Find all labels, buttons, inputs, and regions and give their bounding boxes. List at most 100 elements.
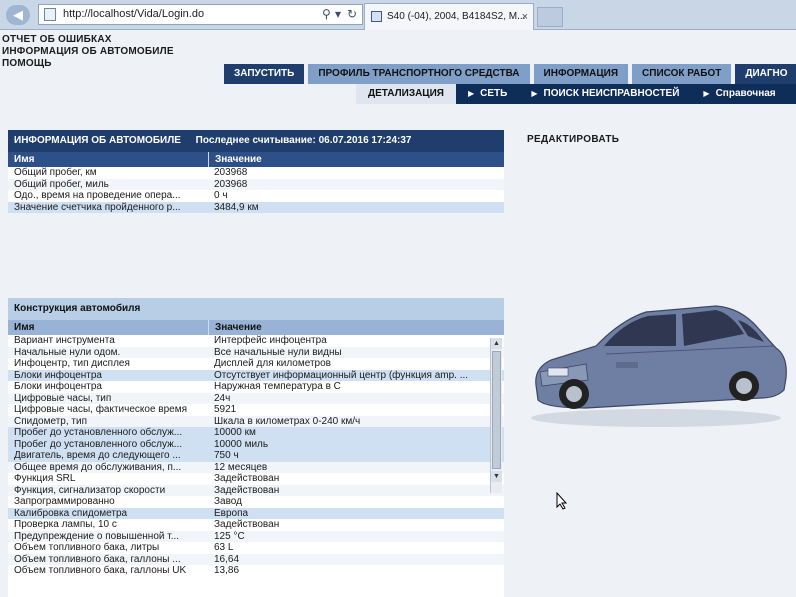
row-name: Цифровые часы, тип xyxy=(14,392,112,404)
row-value: Наружная температура в C xyxy=(214,381,341,392)
tab-diagnostics[interactable]: ДИАГНО xyxy=(735,64,796,84)
search-icon[interactable]: ⚲ xyxy=(322,5,331,24)
row-value: Все начальные нули видны xyxy=(214,346,342,358)
tab-work-list[interactable]: СПИСОК РАБОТ xyxy=(632,64,732,84)
row-name: Объем топливного бака, галлоны UK xyxy=(14,565,187,576)
row-value: Отсутствует информационный центр (функци… xyxy=(214,369,469,381)
row-value: Завод xyxy=(214,496,242,507)
table-row[interactable]: Цифровые часы, фактическое время 5921 xyxy=(8,404,504,416)
scroll-up-icon[interactable]: ▲ xyxy=(491,338,502,349)
table-row[interactable]: Одо., время на проведение опера... 0 ч xyxy=(8,190,504,202)
table-row[interactable]: Функция, сигнализатор скорости Задействов… xyxy=(8,484,504,496)
row-name: Объем топливного бака, галлоны ... xyxy=(14,553,181,565)
row-value: Задействован xyxy=(214,473,280,484)
row-value: Дисплей для километров xyxy=(214,358,331,369)
row-name: Запрограммированно xyxy=(14,496,115,507)
table-header: Имя Значение xyxy=(8,152,504,167)
address-bar[interactable]: http://localhost/Vida/Login.do ⚲ ▾ ↻ xyxy=(38,4,363,25)
arrow-right-icon: ▶ xyxy=(703,89,710,98)
row-value: Задействован xyxy=(214,484,280,496)
table-row[interactable]: Функция SRL Задействован xyxy=(8,473,504,485)
table-row-selected[interactable]: Значение счетчика пройденного р... 3484,9… xyxy=(8,201,504,213)
table-row[interactable]: Вариант инструмента Интерфейс инфоцентра xyxy=(8,335,504,347)
tab-details[interactable]: ДЕТАЛИЗАЦИЯ xyxy=(356,84,456,104)
tab-vehicle-profile[interactable]: ПРОФИЛЬ ТРАНСПОРТНОГО СРЕДСТВА xyxy=(308,64,530,84)
back-button[interactable]: ◀ xyxy=(6,5,30,25)
sub-tabs: ДЕТАЛИЗАЦИЯ ▶ СЕТЬ ▶ ПОИСК НЕИСПРАВНОСТЕЙ … xyxy=(356,84,796,104)
row-name: Функция, сигнализатор скорости xyxy=(14,484,166,496)
row-value: Европа xyxy=(214,507,249,519)
row-value: 5921 xyxy=(214,404,237,415)
table-row[interactable]: Цифровые часы, тип 24ч xyxy=(8,392,504,404)
table-row[interactable]: Предупреждение о повышенной т... 125 °C xyxy=(8,530,504,542)
row-name: Вариант инструмента xyxy=(14,335,115,346)
browser-toolbar: ◀ http://localhost/Vida/Login.do ⚲ ▾ ↻ S… xyxy=(0,0,796,30)
table-row[interactable]: Блоки инфоцентра Отсутствует информационн… xyxy=(8,369,504,381)
table-row[interactable]: Общее время до обслуживания, п... 12 меся… xyxy=(8,461,504,473)
row-value: 125 °C xyxy=(214,530,245,542)
panel-title: ИНФОРМАЦИЯ ОБ АВТОМОБИЛЕ xyxy=(14,135,181,146)
table-row[interactable]: Объем топливного бака, литры 63 L xyxy=(8,542,504,554)
edit-link[interactable]: РЕДАКТИРОВАТЬ xyxy=(527,134,619,145)
arrow-right-icon: ▶ xyxy=(468,89,475,98)
menu-help[interactable]: ПОМОЩЬ xyxy=(2,58,174,70)
table-row[interactable]: Начальные нули одом. Все начальные нули в… xyxy=(8,346,504,358)
scroll-down-icon[interactable]: ▼ xyxy=(491,471,502,482)
row-name: Проверка лампы, 10 с xyxy=(14,519,117,530)
tab-troubleshooting[interactable]: ▶ ПОИСК НЕИСПРАВНОСТЕЙ xyxy=(519,84,691,104)
tab-title: S40 (-04), 2004, B4184S2, M... xyxy=(387,11,526,22)
table-row[interactable]: Объем топливного бака, галлоны UK 13,86 xyxy=(8,565,504,577)
new-tab-button[interactable] xyxy=(537,7,563,27)
row-name: Спидометр, тип xyxy=(14,415,88,427)
table-row[interactable]: Калибровка спидометра Европа xyxy=(8,507,504,519)
table-row[interactable]: Общий пробег, км 203968 xyxy=(8,167,504,179)
menu-error-report[interactable]: ОТЧЕТ ОБ ОШИБКАХ xyxy=(2,34,174,46)
row-value: 10000 миль xyxy=(214,438,269,450)
table-row[interactable]: Блоки инфоцентра Наружная температура в C xyxy=(8,381,504,393)
column-value[interactable]: Значение xyxy=(208,152,262,167)
scroll-thumb[interactable] xyxy=(492,351,501,469)
main-tabs: ЗАПУСТИТЬ ПРОФИЛЬ ТРАНСПОРТНОГО СРЕДСТВА… xyxy=(224,64,796,84)
row-value: Шкала в километрах 0-240 км/ч xyxy=(214,415,361,427)
table-row[interactable]: Объем топливного бака, галлоны ... 16,64 xyxy=(8,553,504,565)
tab-favicon-icon xyxy=(371,11,382,22)
tab-information[interactable]: ИНФОРМАЦИЯ xyxy=(533,64,629,84)
table-row[interactable]: Запрограммированно Завод xyxy=(8,496,504,508)
row-name: Цифровые часы, фактическое время xyxy=(14,404,188,415)
tab-network[interactable]: ▶ СЕТЬ xyxy=(456,84,519,104)
row-value: Задействован xyxy=(214,519,280,530)
row-name: Пробег до установленного обслуж... xyxy=(14,438,183,450)
table-row[interactable]: Проверка лампы, 10 с Задействован xyxy=(8,519,504,531)
column-name[interactable]: Имя xyxy=(8,152,208,167)
browser-tab[interactable]: S40 (-04), 2004, B4184S2, M... × xyxy=(364,3,534,30)
column-value[interactable]: Значение xyxy=(208,320,262,335)
address-text: http://localhost/Vida/Login.do xyxy=(63,8,205,20)
car-image xyxy=(531,305,787,427)
row-name: Объем топливного бака, литры xyxy=(14,542,160,553)
table-row[interactable]: Общий пробег, миль 203968 xyxy=(8,178,504,190)
tab-reference[interactable]: ▶ Справочная xyxy=(691,84,787,104)
table-row[interactable]: Пробег до установленного обслуж... 10000 … xyxy=(8,438,504,450)
scrollbar[interactable]: ▲ ▼ xyxy=(490,338,502,493)
panel-header: Конструкция автомобиля xyxy=(8,298,504,320)
row-value: 10000 км xyxy=(214,427,256,438)
last-read-timestamp: Последнее считывание: 06.07.2016 17:24:3… xyxy=(195,135,412,146)
row-value: 12 месяцев xyxy=(214,461,268,473)
row-value: 16,64 xyxy=(214,553,240,565)
dropdown-icon[interactable]: ▾ xyxy=(335,5,341,24)
table-row[interactable]: Пробег до установленного обслуж... 10000 … xyxy=(8,427,504,439)
close-tab-icon[interactable]: × xyxy=(522,4,528,30)
row-name: Инфоцентр, тип дисплея xyxy=(14,358,130,369)
row-name: Предупреждение о повышенной т... xyxy=(14,530,180,542)
table-row[interactable]: Спидометр, тип Шкала в километрах 0-240 к… xyxy=(8,415,504,427)
table-row[interactable]: Инфоцентр, тип дисплея Дисплей для киломе… xyxy=(8,358,504,370)
tab-start[interactable]: ЗАПУСТИТЬ xyxy=(224,64,305,84)
table-row[interactable]: Двигатель, время до следующего ... 750 ч xyxy=(8,450,504,462)
construction-panel: Конструкция автомобиля Имя Значение Вари… xyxy=(8,298,504,597)
column-name[interactable]: Имя xyxy=(8,320,208,335)
refresh-icon[interactable]: ↻ xyxy=(347,5,357,24)
row-name: Общее время до обслуживания, п... xyxy=(14,461,182,473)
table-header: Имя Значение xyxy=(8,320,504,335)
menu-vehicle-info[interactable]: ИНФОРМАЦИЯ ОБ АВТОМОБИЛЕ xyxy=(2,46,174,58)
row-name: Калибровка спидометра xyxy=(14,507,128,519)
